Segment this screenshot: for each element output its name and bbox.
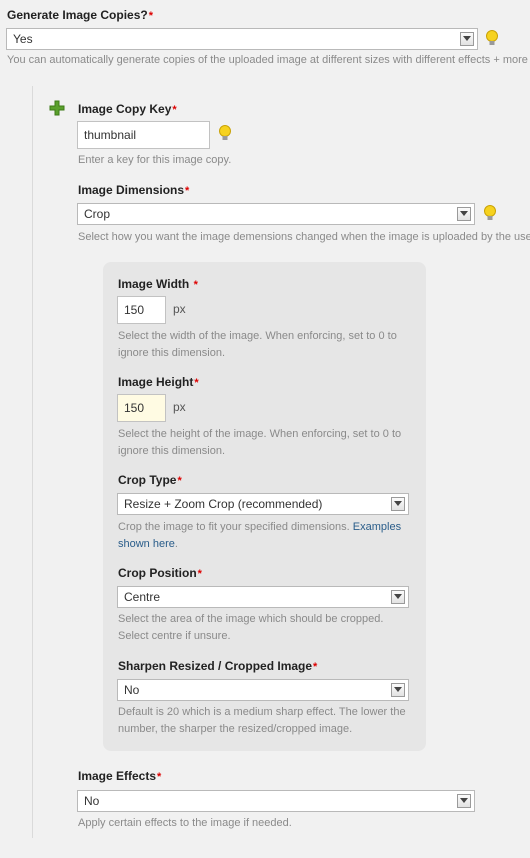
dimensions-label: Image Dimensions* xyxy=(78,183,190,197)
shown-here-link[interactable]: shown here xyxy=(118,538,175,550)
dimensions-hint: Select how you want the image demensions… xyxy=(78,231,530,243)
height-hint-line2: ignore this dimension. xyxy=(118,445,226,457)
height-input[interactable]: 150 xyxy=(117,394,166,422)
height-hint-line1: Select the height of the image. When enf… xyxy=(118,428,402,440)
copy-key-label: Image Copy Key* xyxy=(78,102,177,116)
dimensions-select[interactable]: Crop xyxy=(77,203,475,225)
crop-position-label: Crop Position* xyxy=(118,566,202,580)
width-input[interactable]: 150 xyxy=(117,296,166,324)
chevron-down-icon xyxy=(460,32,474,46)
crop-position-hint-line2: Select centre if unsure. xyxy=(118,630,231,642)
lightbulb-icon[interactable] xyxy=(217,124,233,142)
chevron-down-icon xyxy=(391,590,405,604)
width-hint-line2: ignore this dimension. xyxy=(118,347,226,359)
crop-type-label: Crop Type* xyxy=(118,473,182,487)
effects-hint: Apply certain effects to the image if ne… xyxy=(78,817,292,829)
generate-copies-label: Generate Image Copies?* xyxy=(7,8,153,22)
crop-position-hint-line1: Select the area of the image which shoul… xyxy=(118,613,384,625)
effects-select[interactable]: No xyxy=(77,790,475,812)
generate-copies-select[interactable]: Yes xyxy=(6,28,478,50)
generate-copies-hint: You can automatically generate copies of… xyxy=(7,54,528,66)
sharpen-hint-line1: Default is 20 which is a medium sharp ef… xyxy=(118,706,406,718)
crop-type-hint-line1: Crop the image to fit your specified dim… xyxy=(118,521,402,533)
sharpen-label: Sharpen Resized / Cropped Image* xyxy=(118,659,318,673)
group-divider xyxy=(32,86,33,838)
sharpen-hint-line2: number, the sharper the resized/cropped … xyxy=(118,723,353,735)
height-unit: px xyxy=(173,400,186,414)
crop-position-select[interactable]: Centre xyxy=(117,586,409,608)
chevron-down-icon xyxy=(391,683,405,697)
examples-link[interactable]: Examples xyxy=(353,521,401,533)
plus-icon[interactable] xyxy=(49,100,65,116)
height-label: Image Height* xyxy=(118,375,199,389)
copy-key-hint: Enter a key for this image copy. xyxy=(78,154,232,166)
copy-key-input[interactable]: thumbnail xyxy=(77,121,210,149)
chevron-down-icon xyxy=(457,207,471,221)
crop-type-hint-line2: shown here. xyxy=(118,538,178,550)
lightbulb-icon[interactable] xyxy=(482,204,498,222)
sharpen-select[interactable]: No xyxy=(117,679,409,701)
chevron-down-icon xyxy=(391,497,405,511)
effects-label: Image Effects* xyxy=(78,769,162,783)
width-unit: px xyxy=(173,302,186,316)
width-label: Image Width * xyxy=(118,277,198,291)
chevron-down-icon xyxy=(457,794,471,808)
width-hint-line1: Select the width of the image. When enfo… xyxy=(118,330,397,342)
lightbulb-icon[interactable] xyxy=(484,29,500,47)
crop-type-select[interactable]: Resize + Zoom Crop (recommended) xyxy=(117,493,409,515)
